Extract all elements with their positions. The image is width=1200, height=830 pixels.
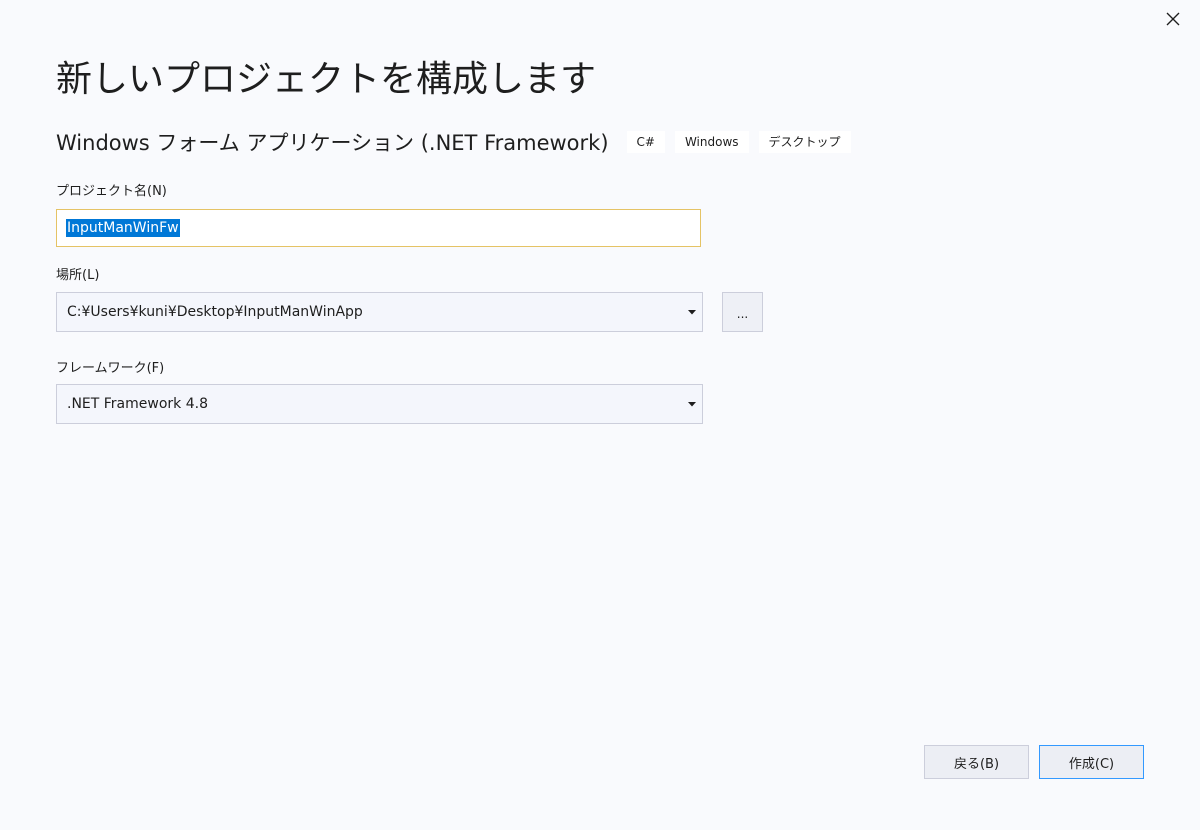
- back-button[interactable]: 戻る(B): [924, 745, 1029, 779]
- browse-button[interactable]: ...: [722, 292, 763, 332]
- framework-combobox[interactable]: .NET Framework 4.8: [56, 384, 703, 424]
- page-title: 新しいプロジェクトを構成します: [56, 59, 597, 100]
- framework-label: フレームワーク(F): [56, 361, 165, 376]
- create-button[interactable]: 作成(C): [1039, 745, 1144, 779]
- tag-language: C#: [626, 131, 665, 153]
- chevron-down-icon[interactable]: [682, 385, 702, 423]
- close-button[interactable]: [1160, 6, 1186, 32]
- framework-value: .NET Framework 4.8: [67, 396, 208, 412]
- chevron-down-icon[interactable]: [682, 293, 702, 331]
- location-label: 場所(L): [56, 268, 100, 283]
- project-name-input[interactable]: InputManWinFw: [56, 209, 701, 247]
- configure-project-dialog: 新しいプロジェクトを構成します Windows フォーム アプリケーション (.…: [0, 0, 1200, 830]
- tag-project-type: デスクトップ: [758, 131, 851, 153]
- close-icon: [1166, 12, 1180, 26]
- template-name: Windows フォーム アプリケーション (.NET Framework): [56, 131, 609, 155]
- project-name-value: InputManWinFw: [66, 219, 180, 237]
- tag-platform: Windows: [674, 131, 749, 153]
- project-name-label: プロジェクト名(N): [56, 184, 167, 199]
- browse-button-label: ...: [736, 307, 749, 321]
- location-value: C:¥Users¥kuni¥Desktop¥InputManWinApp: [67, 304, 363, 320]
- location-combobox[interactable]: C:¥Users¥kuni¥Desktop¥InputManWinApp: [56, 292, 703, 332]
- template-header: Windows フォーム アプリケーション (.NET Framework) C…: [56, 128, 861, 156]
